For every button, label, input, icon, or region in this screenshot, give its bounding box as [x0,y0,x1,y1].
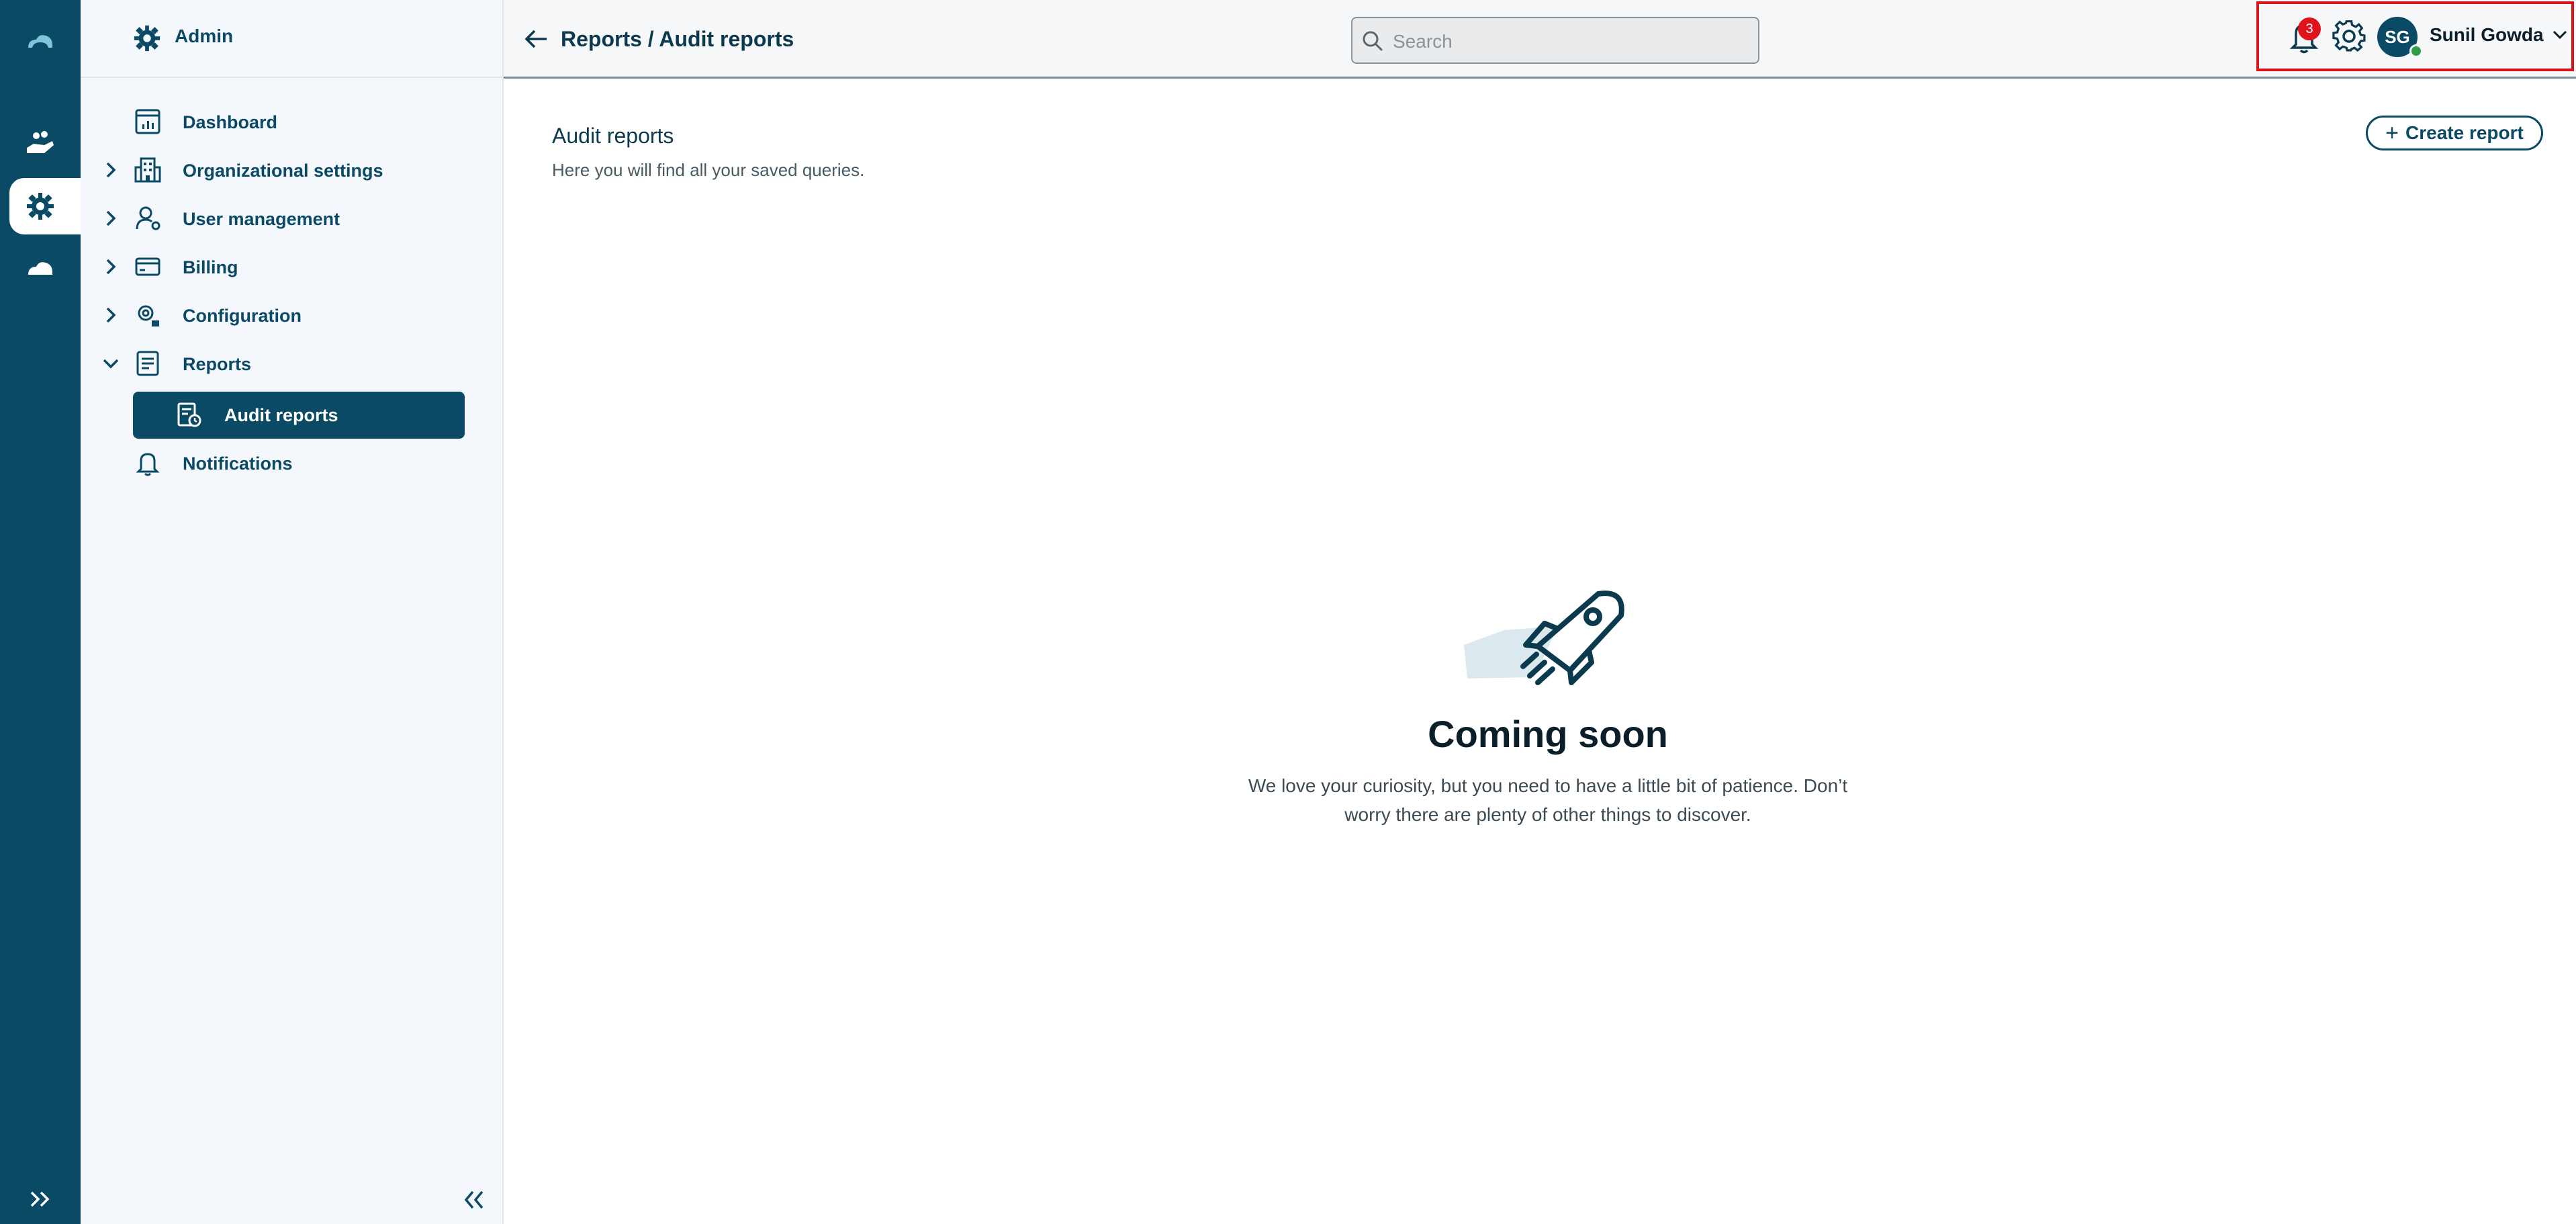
chevron-down-icon[interactable] [101,353,121,374]
hand-coins-icon[interactable] [0,128,81,161]
back-arrow-icon[interactable] [524,28,548,50]
expand-icon[interactable] [0,1186,81,1213]
search-box[interactable] [1351,17,1759,64]
sidebar-item-billing[interactable]: Billing [81,243,502,291]
config-gear-icon [138,305,159,326]
sidebar-item-label: User management [183,209,340,229]
breadcrumb[interactable]: Reports / Audit reports [561,27,794,52]
sidebar-item-reports[interactable]: Reports [81,339,502,388]
sidebar-item-label: Organizational settings [183,161,383,181]
sidebar-item-label: Configuration [183,306,302,326]
sidebar-item-label: Notifications [183,453,293,474]
app-rail [0,0,81,1224]
sidebar-item-dashboard[interactable]: Dashboard [81,97,502,146]
admin-gear-icon[interactable] [0,189,81,223]
sidebar-item-label: Dashboard [183,112,278,132]
cloud-logo-icon[interactable] [0,26,81,58]
collapse-sidebar-icon[interactable] [462,1188,486,1212]
dashboard-icon [135,109,160,134]
chevron-right-icon[interactable] [101,208,121,228]
bell-icon [136,453,160,476]
plus-icon: + [2385,120,2399,146]
chevron-right-icon[interactable] [101,257,121,277]
page-title: Audit reports [552,124,674,148]
empty-state-text: We love your curiosity, but you need to … [1195,771,1900,829]
search-icon [1363,31,1383,52]
chevron-down-icon[interactable] [2552,28,2568,42]
sidebar-item-user-management[interactable]: User management [81,194,502,243]
sidebar-item-configuration[interactable]: Configuration [81,291,502,339]
empty-state-line: worry there are plenty of other things t… [1344,804,1751,825]
user-gear-icon [136,206,160,230]
create-report-label: Create report [2405,122,2524,143]
empty-state-line: We love your curiosity, but you need to … [1248,775,1848,796]
chevron-right-icon[interactable] [101,305,121,325]
credit-card-icon [135,257,160,276]
page-subtitle: Here you will find all your saved querie… [552,160,865,180]
audit-report-icon [177,402,201,427]
user-name[interactable]: Sunil Gowda [2430,24,2544,46]
search-input[interactable] [1391,28,1743,56]
settings-gear-icon[interactable] [2332,19,2366,54]
cloud-icon[interactable] [0,252,81,286]
sidebar: Admin Dashboard Organizational settings … [81,0,504,1224]
report-icon [136,351,159,376]
sidebar-item-label: Billing [183,257,238,277]
sidebar-header: Admin [81,0,502,78]
online-status-indicator [2409,44,2423,58]
empty-state-title: Coming soon [1428,713,1668,755]
chevron-right-icon[interactable] [101,160,121,180]
admin-gear-icon [134,25,160,52]
sidebar-item-organizational-settings[interactable]: Organizational settings [81,146,502,194]
rocket-icon [1464,591,1624,685]
sidebar-title: Admin [175,26,234,46]
sidebar-item-label: Reports [183,354,252,374]
sidebar-item-audit-reports[interactable]: Audit reports [133,392,465,439]
sidebar-item-notifications[interactable]: Notifications [81,439,502,487]
create-report-button[interactable]: + Create report [2366,116,2543,150]
notification-badge: 3 [2298,17,2321,40]
building-icon [134,157,161,183]
sidebar-item-label: Audit reports [224,405,338,425]
